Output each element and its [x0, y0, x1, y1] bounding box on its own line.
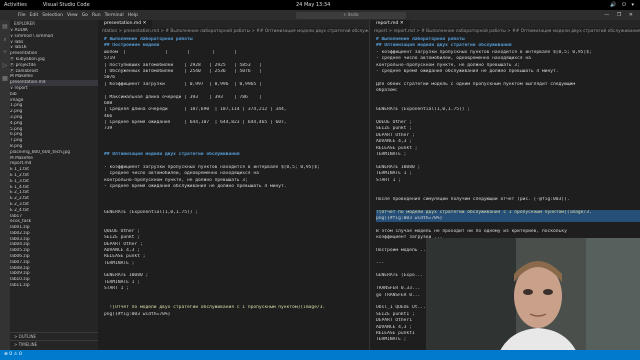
menu-item-view[interactable]: View: [67, 13, 78, 18]
menu-item-go[interactable]: Go: [82, 13, 88, 18]
menu-item-terminal[interactable]: Terminal: [105, 13, 124, 18]
title-bar: File Edit Selection View Go Run Terminal Help ⌕…: [0, 10, 640, 20]
breadcrumb[interactable]: report > report.md > # Выполнение лабора…: [370, 28, 640, 35]
timeline-section[interactable]: > TIMELINE: [10, 340, 98, 347]
webcam-overlay: [426, 238, 640, 360]
explorer-sidebar: EXPLORER ∨ AUDIK ∨ simmod \ simmod ∨ lab…: [10, 20, 98, 350]
outline-section[interactable]: > OUTLINE: [10, 332, 98, 339]
extensions-icon[interactable]: ▦: [0, 75, 10, 85]
command-center-search[interactable]: ⌕ itsdo: [296, 11, 406, 19]
activity-bar: ▤ ⌕ ⑂ ▷ ▦: [0, 20, 10, 350]
explorer-header: EXPLORER: [14, 21, 35, 26]
run-debug-icon[interactable]: ▷: [0, 62, 10, 72]
menu-item-help[interactable]: Help: [128, 13, 138, 18]
source-control-icon[interactable]: ⑂: [0, 49, 10, 59]
search-icon[interactable]: ⌕: [0, 36, 10, 46]
menu-item-run[interactable]: Run: [92, 13, 101, 18]
file-tree: ∨ AUDIK ∨ simmod \ simmod ∨ labs ∨ lab16…: [10, 28, 98, 289]
status-bar[interactable]: ⊗ 0 ⚠ 0: [0, 350, 640, 360]
files-icon[interactable]: ▤: [0, 23, 10, 33]
clock[interactable]: 24 May 13:34: [296, 2, 330, 8]
editor-right-tabs: report.md ✕: [370, 20, 640, 28]
activities-button[interactable]: Activities: [4, 2, 27, 8]
system-tray[interactable]: 🔊 ⏻ ▾: [610, 2, 636, 8]
window-controls[interactable]: — ❐ ✕: [604, 12, 636, 18]
code-area-left[interactable]: # Выполнение лабораторной работы ## Постр…: [98, 35, 369, 350]
presenter-image: [426, 238, 640, 360]
active-app-label: Visual Studio Code: [42, 2, 90, 8]
editor-left: presentation.md ✕ ntation > presentation…: [98, 20, 369, 350]
file-tree-item[interactable]: lab11.zip: [10, 283, 98, 289]
menu-item-edit[interactable]: Edit: [30, 13, 39, 18]
menu-bar: File Edit Selection View Go Run Terminal Help: [0, 13, 138, 18]
system-top-bar: Activities Visual Studio Code 24 May 13:…: [0, 0, 640, 10]
breadcrumb[interactable]: ntation > presentation.md > # Выполнение…: [98, 28, 369, 35]
editor-left-tabs: presentation.md ✕: [98, 20, 369, 28]
tab-presentation-md[interactable]: presentation.md ✕: [98, 20, 153, 28]
menu-item-selection[interactable]: Selection: [42, 13, 63, 18]
tab-report-md[interactable]: report.md ✕: [370, 20, 410, 28]
menu-item-file[interactable]: File: [18, 13, 26, 18]
